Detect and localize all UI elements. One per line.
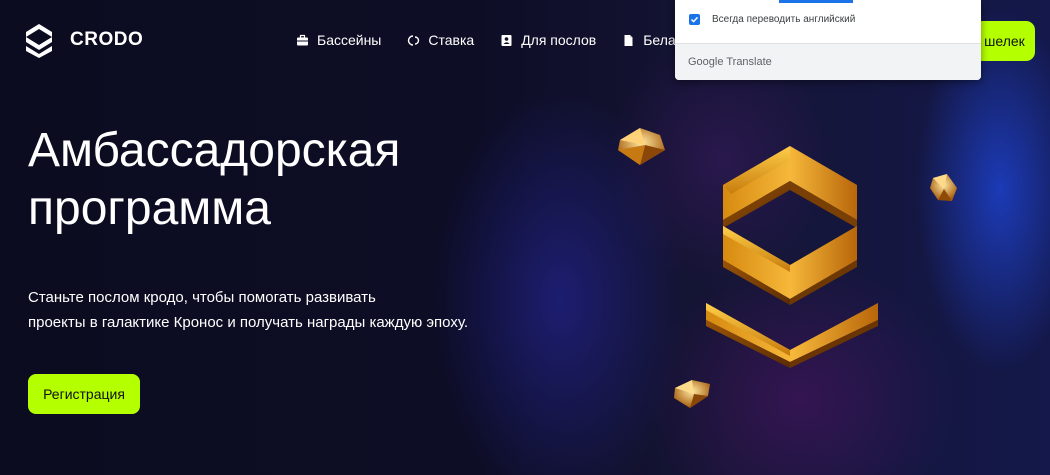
briefcase-icon xyxy=(296,34,309,47)
crodo-logo-icon xyxy=(26,24,52,58)
translate-wordmark: Translate xyxy=(726,56,772,68)
google-translate-brand: Google Translate xyxy=(688,56,772,68)
translate-popup-footer: Google Translate xyxy=(675,44,981,80)
checkmark-icon xyxy=(690,16,699,23)
translate-popup: Всегда переводить английский Google Tran… xyxy=(675,0,981,80)
gem-icon xyxy=(930,174,957,201)
page-title-line: Амбассадорская xyxy=(28,124,401,177)
nav-item-label: Ставка xyxy=(428,32,475,48)
gem-icon xyxy=(618,128,665,165)
always-translate-checkbox[interactable] xyxy=(689,14,700,25)
main-nav: Бассейны Ставка Для послов Белая xyxy=(296,32,709,48)
nav-item-stake[interactable]: Ставка xyxy=(407,32,474,48)
always-translate-option[interactable]: Всегда переводить английский xyxy=(689,14,855,25)
hero-description-line: Станьте послом кродо, чтобы помогать раз… xyxy=(28,289,376,306)
document-icon xyxy=(622,34,635,47)
logo[interactable]: CRODO xyxy=(24,22,143,58)
nav-item-label: Для послов xyxy=(521,32,597,48)
google-wordmark: Google xyxy=(688,56,724,68)
ambassador-icon xyxy=(500,34,513,47)
page-title-line: программа xyxy=(28,182,271,235)
nav-item-label: Бассейны xyxy=(317,32,382,48)
stake-icon xyxy=(407,34,420,47)
page-title: Амбассадорская программа xyxy=(28,122,400,238)
brand-name: CRODO xyxy=(70,29,144,50)
always-translate-label: Всегда переводить английский xyxy=(712,14,856,25)
gem-icon xyxy=(674,380,710,408)
nav-item-pools[interactable]: Бассейны xyxy=(296,32,381,48)
hero-description: Станьте послом кродо, чтобы помогать раз… xyxy=(28,285,468,335)
hero-description-line: проекты в галактике Кронос и получать на… xyxy=(28,314,469,331)
page: CRODO Бассейны Ставка Для послов Белая ш… xyxy=(0,0,1050,475)
register-button[interactable]: Регистрация xyxy=(28,374,140,414)
nav-item-ambassadors[interactable]: Для послов xyxy=(500,32,596,48)
active-tab-indicator xyxy=(779,0,853,3)
gold-emblem xyxy=(706,146,878,368)
